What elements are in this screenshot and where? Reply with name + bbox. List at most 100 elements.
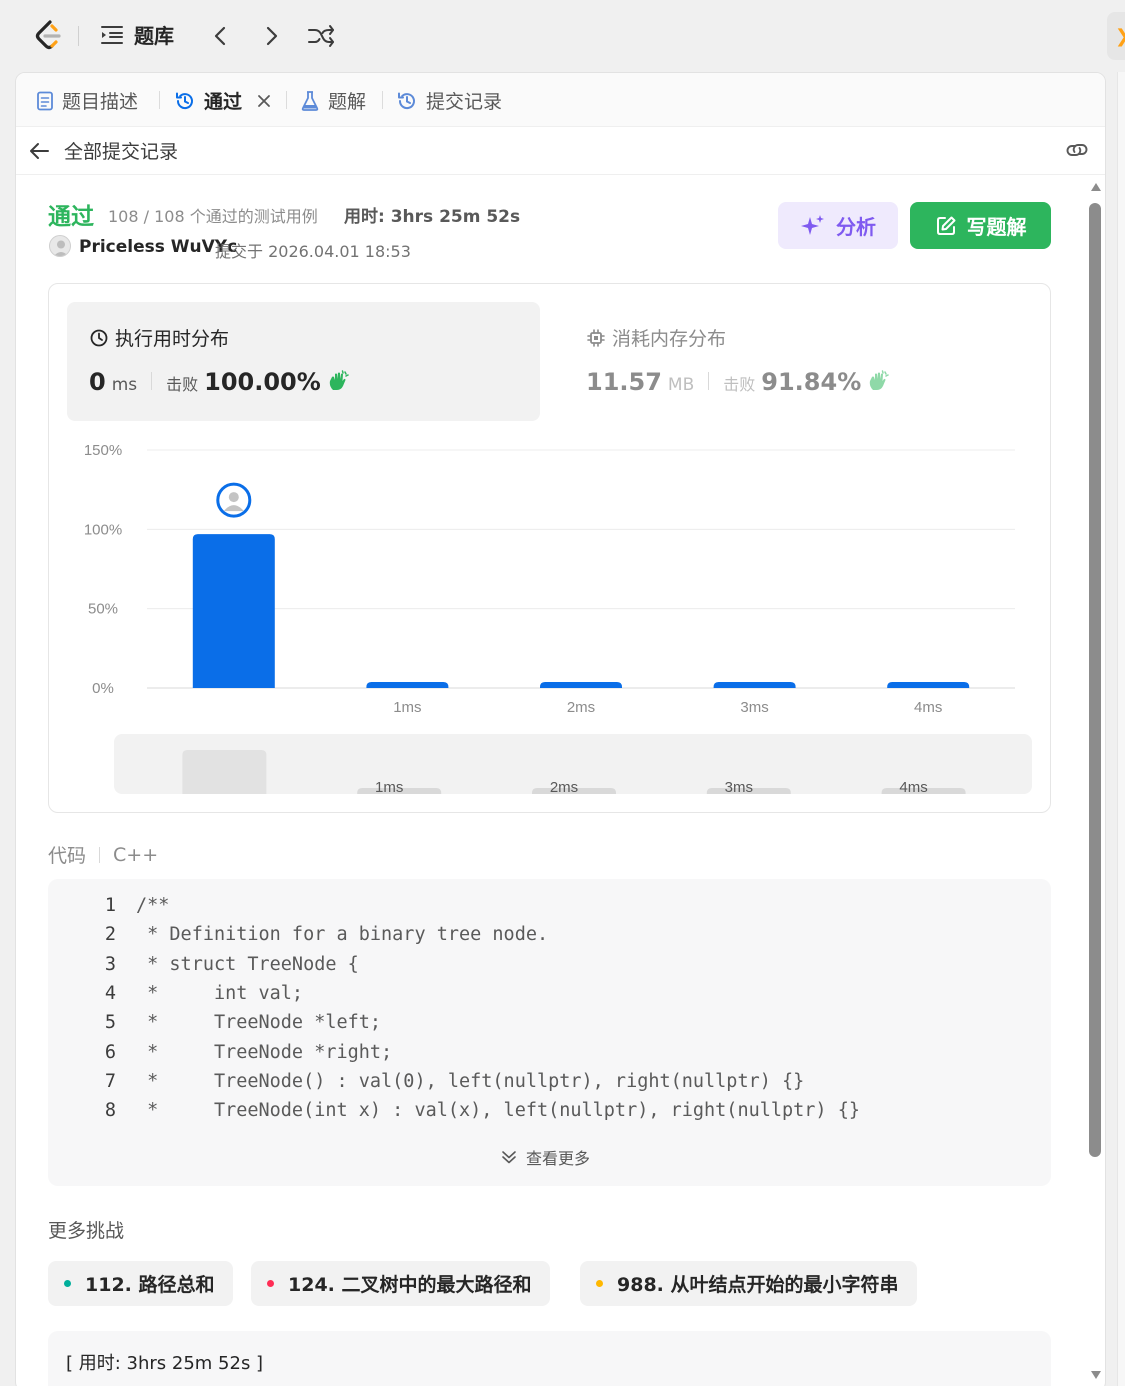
- memory-title: 消耗内存分布: [586, 324, 726, 351]
- runtime-value: 0: [89, 368, 106, 396]
- runtime-distribution-tab[interactable]: 执行用时分布 0 ms 击败 100.00%: [67, 302, 540, 421]
- show-more-button[interactable]: 查看更多: [500, 1145, 590, 1169]
- tab-submissions-label: 提交记录: [426, 91, 503, 113]
- leetcode-logo-icon[interactable]: [30, 18, 66, 54]
- problem-list-label: 题库: [134, 24, 174, 48]
- challenge-label: 124. 二叉树中的最大路径和: [288, 1274, 532, 1296]
- bar-4ms: [887, 682, 970, 688]
- problem-list-button[interactable]: 题库: [100, 20, 174, 49]
- avatar[interactable]: [49, 235, 71, 257]
- memory-distribution-tab[interactable]: 消耗内存分布 11.57 MB 击败 91.84%: [564, 302, 1034, 421]
- runtime-value-row: 0 ms 击败 100.00%: [89, 368, 349, 396]
- top-nav: 题库: [0, 0, 1125, 72]
- tab-divider: [382, 91, 383, 109]
- tab-submissions[interactable]: 提交记录: [396, 87, 502, 114]
- difficulty-hard-dot: [267, 1280, 274, 1287]
- code-label: 代码: [48, 845, 87, 867]
- elapsed-time: 用时: 3hrs 25m 52s: [344, 207, 521, 227]
- arrow-left-icon: [30, 142, 49, 159]
- author-name[interactable]: Priceless WuVYc: [79, 237, 237, 257]
- close-icon[interactable]: [256, 93, 272, 109]
- scroll-down-icon[interactable]: [1091, 1371, 1101, 1379]
- navigator-label: 1ms: [375, 779, 403, 796]
- next-problem-icon[interactable]: [258, 22, 284, 50]
- tab-solutions-label: 题解: [328, 91, 367, 113]
- runtime-beat-label: 击败: [166, 375, 199, 394]
- tab-solutions[interactable]: 题解: [300, 87, 366, 114]
- navigator-label: 3ms: [725, 779, 753, 796]
- prev-problem-icon[interactable]: [208, 22, 234, 50]
- line-code: * int val;: [136, 982, 304, 1004]
- line-code: * TreeNode(int x) : val(x), left(nullptr…: [136, 1100, 860, 1122]
- difficulty-easy-dot: [64, 1280, 71, 1287]
- line-code: /**: [136, 895, 170, 916]
- memory-value: 11.57: [586, 368, 662, 396]
- bar-1ms: [366, 682, 449, 688]
- right-panel-icon: ❯: [1115, 26, 1125, 47]
- tab-accepted-label: 通过: [204, 91, 243, 113]
- x-tick-label: 1ms: [393, 699, 421, 716]
- flask-icon: [301, 90, 319, 111]
- line-number: 4: [104, 982, 116, 1004]
- memory-beat-percent: 91.84%: [761, 368, 862, 396]
- line-number: 3: [104, 953, 116, 975]
- link-icon[interactable]: [1063, 139, 1091, 161]
- scrollbar[interactable]: [1085, 175, 1105, 1386]
- runtime-beat-percent: 100.00%: [204, 368, 321, 396]
- submission-subheader: 全部提交记录: [16, 127, 1105, 175]
- analyze-button[interactable]: 分析: [778, 202, 898, 249]
- analyze-label: 分析: [836, 215, 876, 239]
- shuffle-icon[interactable]: [306, 22, 336, 50]
- status-badge: 通过: [48, 204, 94, 230]
- bar-3ms: [713, 682, 796, 688]
- document-icon: [37, 91, 53, 110]
- runtime-unit: ms: [111, 375, 138, 395]
- runtime-title: 执行用时分布: [89, 324, 229, 351]
- back-to-submissions-button[interactable]: 全部提交记录: [28, 137, 178, 164]
- line-number: 6: [104, 1041, 116, 1063]
- tab-divider: [286, 91, 287, 109]
- stat-divider: [708, 372, 710, 390]
- line-code: * struct TreeNode {: [136, 953, 359, 975]
- code-block[interactable]: 查看更多 1 /** 2 * Definition for a binary tre…: [48, 879, 1051, 1186]
- challenge-chip-112[interactable]: 112. 路径总和: [48, 1261, 233, 1306]
- y-tick-label: 50%: [88, 601, 118, 618]
- y-tick-label: 150%: [84, 442, 122, 459]
- line-number: 1: [104, 895, 116, 916]
- memory-beat-label: 击败: [723, 375, 756, 394]
- submission-panel: 题目描述 通过 题解 提交记录 全部提交记录 通过 108 / 108 个通过的…: [15, 72, 1106, 1386]
- runtime-distribution-chart[interactable]: 0% 50% 100% 150% 1ms 2ms 3ms 4ms 1ms 2ms 3ms 4ms: [49, 430, 1052, 810]
- write-solution-button[interactable]: 写题解: [910, 202, 1051, 249]
- tab-description[interactable]: 题目描述: [36, 87, 138, 114]
- scrollbar-thumb[interactable]: [1089, 203, 1101, 1157]
- testcase-count: 108 / 108 个通过的测试用例: [108, 207, 318, 226]
- navigator-label: 2ms: [550, 779, 578, 796]
- history-icon: [398, 92, 415, 109]
- right-panel-stub[interactable]: ❯: [1107, 12, 1125, 60]
- line-code: * Definition for a binary tree node.: [136, 924, 549, 946]
- right-panel-edge: [1117, 72, 1125, 1386]
- scroll-up-icon[interactable]: [1091, 183, 1101, 191]
- y-tick-label: 0%: [92, 680, 114, 697]
- bar-0ms: [192, 534, 275, 688]
- challenge-chip-124[interactable]: 124. 二叉树中的最大路径和: [251, 1261, 550, 1306]
- challenge-label: 988. 从叶结点开始的最小字符串: [617, 1274, 899, 1296]
- line-code: * TreeNode() : val(0), left(nullptr), ri…: [136, 1070, 805, 1092]
- tab-bar: 题目描述 通过 题解 提交记录: [16, 73, 1105, 127]
- x-tick-label: 3ms: [740, 699, 768, 716]
- line-number: 8: [104, 1100, 116, 1122]
- code-label-divider: [99, 846, 101, 863]
- runtime-title-text: 执行用时分布: [115, 328, 230, 350]
- code-language: C++: [113, 843, 159, 866]
- challenge-chip-988[interactable]: 988. 从叶结点开始的最小字符串: [580, 1261, 917, 1306]
- chip-icon: [587, 328, 605, 347]
- memory-title-text: 消耗内存分布: [612, 328, 727, 350]
- edit-icon: [936, 216, 955, 235]
- submission-note[interactable]: [ 用时: 3hrs 25m 52s ]: [48, 1331, 1051, 1386]
- tab-description-label: 题目描述: [62, 91, 139, 113]
- nav-divider: [78, 26, 79, 46]
- tab-accepted[interactable]: 通过: [174, 87, 272, 114]
- clap-hands-icon: [870, 370, 889, 390]
- tab-divider: [159, 91, 160, 109]
- memory-value-row: 11.57 MB 击败 91.84%: [586, 368, 889, 396]
